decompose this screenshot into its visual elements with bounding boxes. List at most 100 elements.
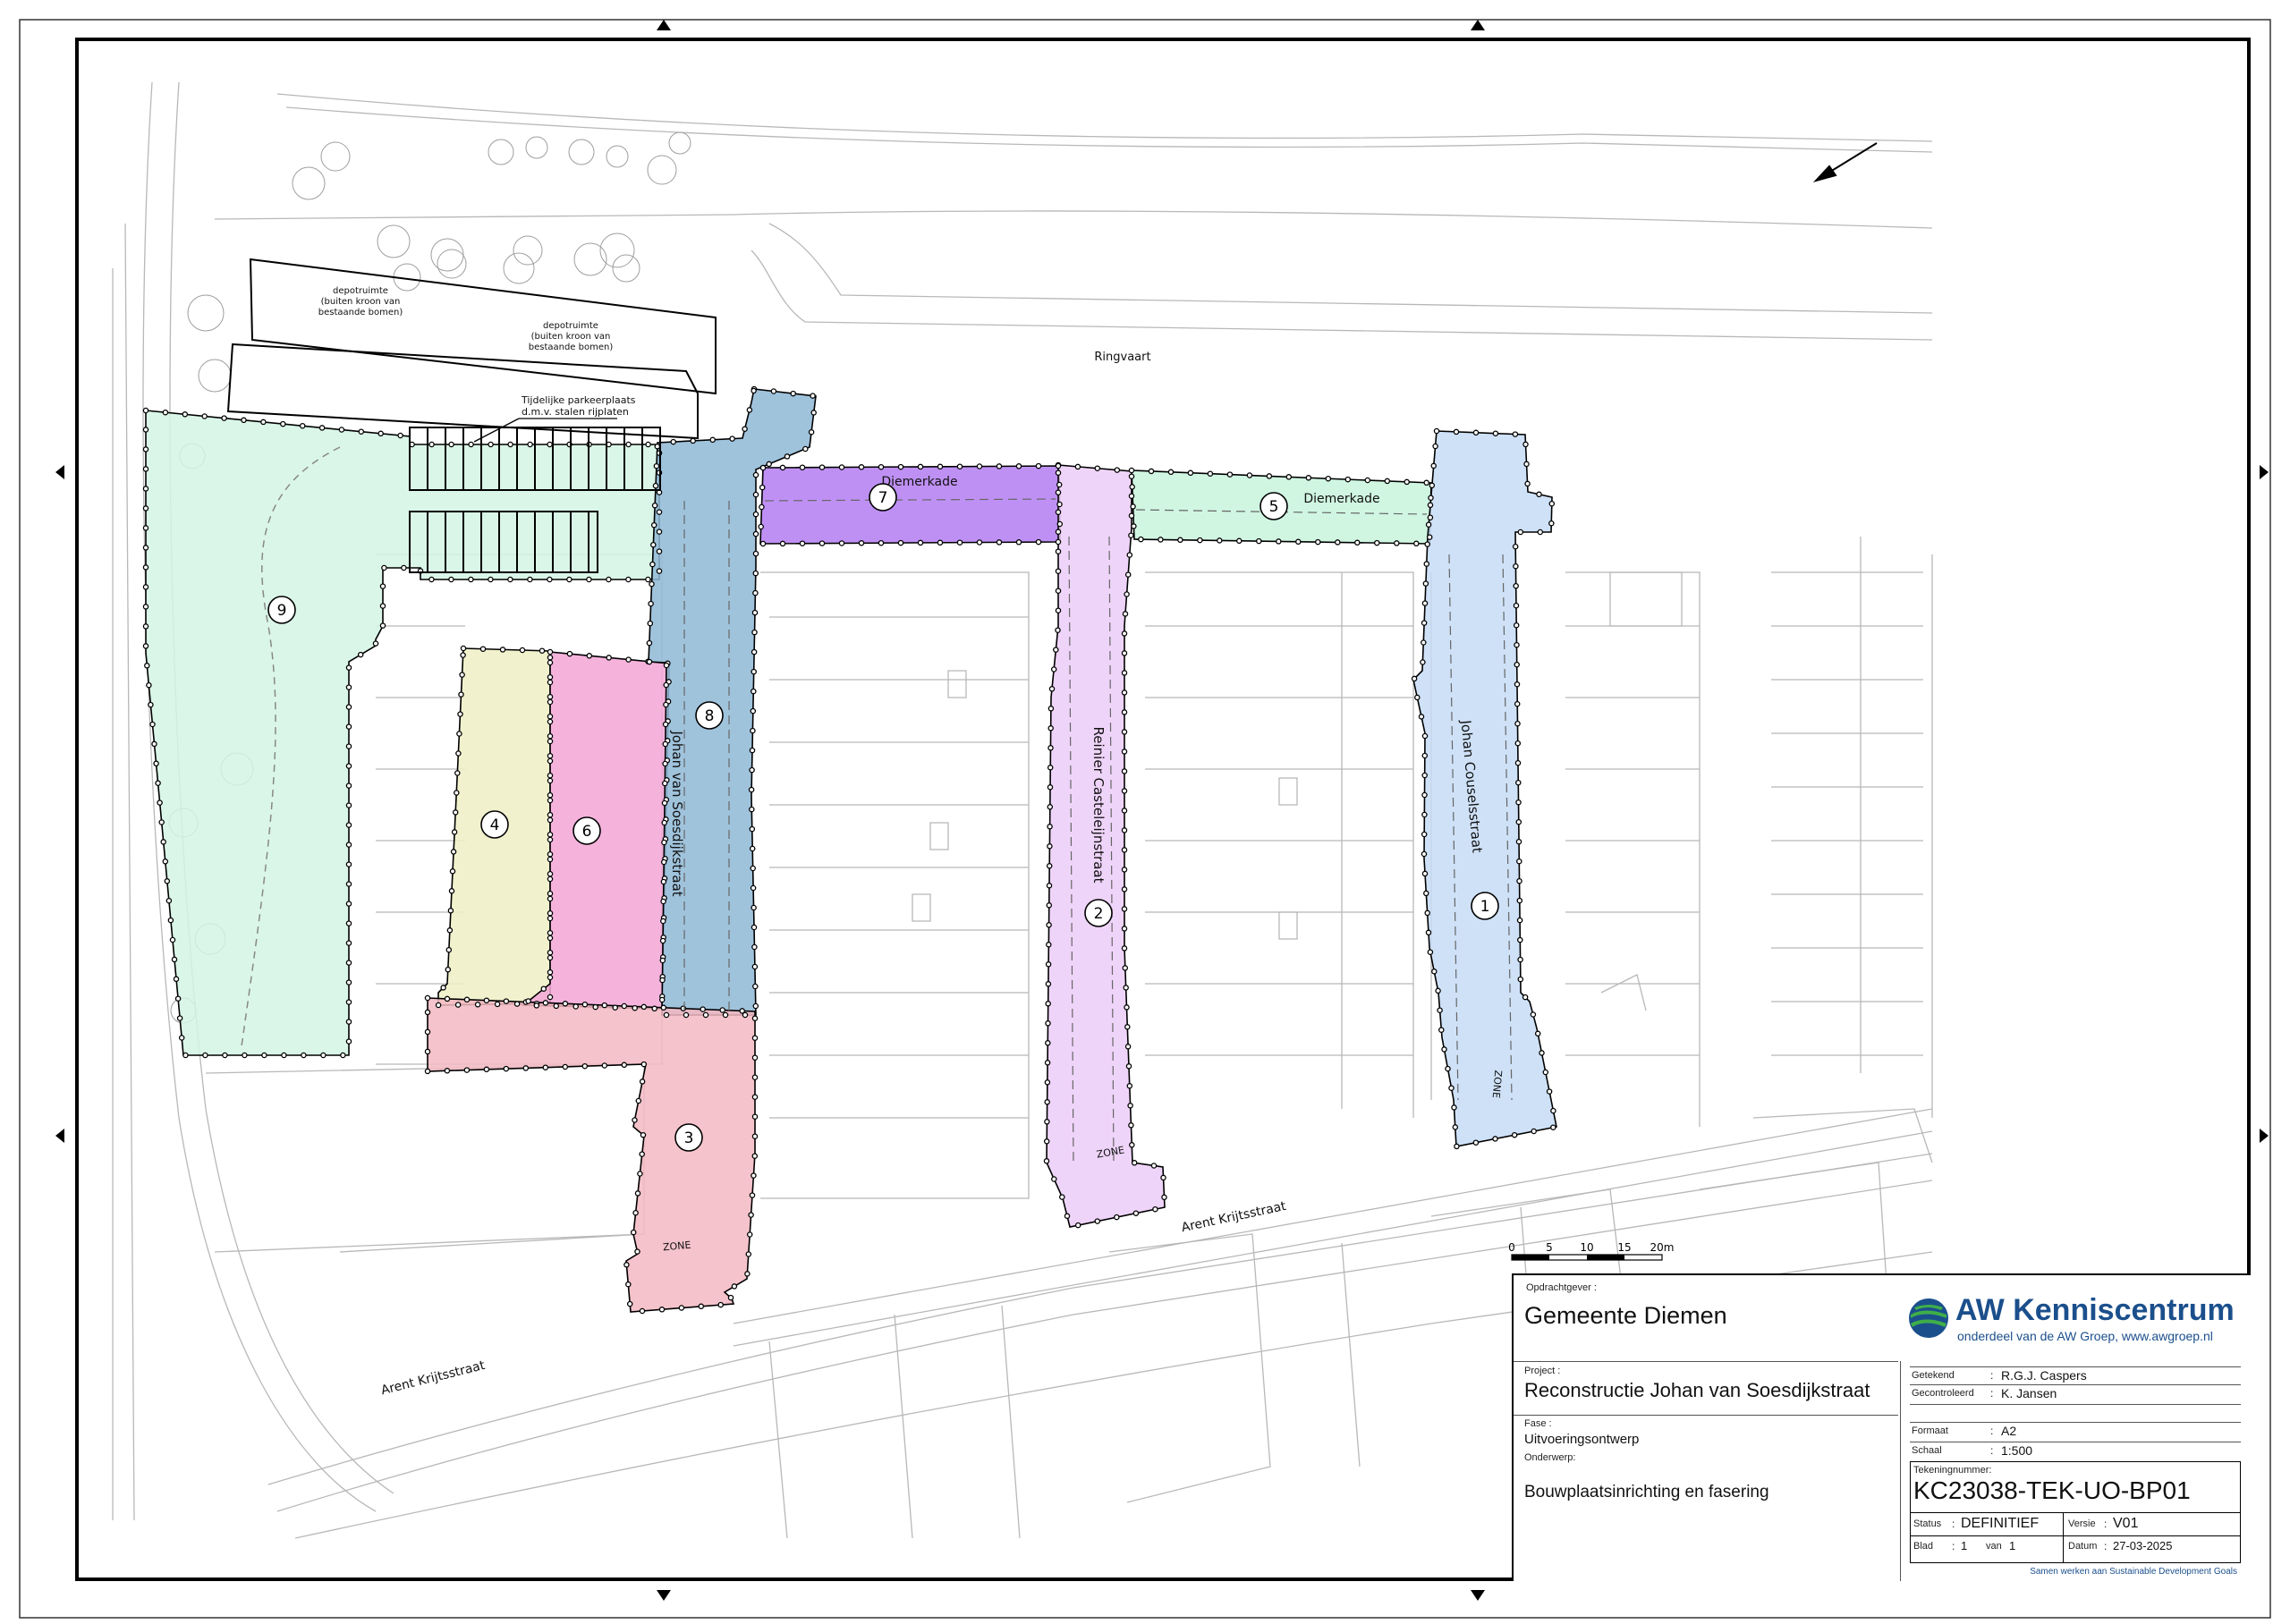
boundary-vertex	[1421, 732, 1429, 740]
boundary-vertex	[547, 777, 554, 784]
boundary-vertex	[345, 822, 352, 828]
boundary-vertex	[784, 453, 791, 460]
boundary-vertex	[1074, 1222, 1081, 1229]
boundary-vertex	[345, 960, 352, 966]
scale-bar-label: 20m	[1650, 1241, 1675, 1254]
client-name: Gemeente Diemen	[1524, 1302, 1727, 1329]
boundary-vertex	[1423, 561, 1430, 567]
boundary-vertex	[547, 856, 554, 863]
boundary-vertex	[1128, 473, 1135, 479]
boundary-vertex	[751, 629, 758, 636]
boundary-vertex	[547, 968, 554, 976]
boundary-vertex	[440, 985, 446, 991]
boundary-vertex	[601, 1002, 608, 1009]
boundary-vertex	[630, 1229, 637, 1236]
company-logo: AW Kenniscentrum onderdeel van de AW Gro…	[1907, 1293, 2247, 1350]
boundary-vertex	[435, 1002, 442, 1009]
boundary-vertex	[547, 949, 554, 956]
boundary-vertex	[1534, 1030, 1541, 1037]
boundary-vertex	[547, 890, 554, 897]
boundary-vertex	[241, 417, 247, 424]
boundary-vertex	[645, 441, 651, 448]
boundary-vertex	[722, 1011, 729, 1019]
boundary-vertex	[260, 419, 267, 426]
boundary-vertex	[1420, 659, 1426, 665]
boundary-vertex	[838, 464, 845, 470]
boundary-vertex	[1537, 529, 1544, 536]
boundary-vertex	[625, 656, 632, 663]
boundary-vertex	[818, 540, 826, 546]
boundary-vertex	[656, 529, 663, 535]
boundary-vertex	[662, 721, 669, 728]
boundary-vertex	[454, 790, 460, 796]
boundary-vertex	[650, 521, 657, 529]
boundary-vertex	[547, 648, 554, 656]
boundary-vertex	[1138, 536, 1144, 543]
boundary-vertex	[162, 859, 169, 865]
boundary-vertex	[1015, 463, 1022, 469]
boundary-vertex	[345, 743, 352, 749]
boundary-vertex	[937, 463, 944, 470]
boundary-vertex	[1433, 427, 1440, 435]
boundary-vertex	[748, 786, 755, 793]
boundary-vertex	[488, 576, 494, 583]
boundary-vertex	[1167, 469, 1175, 476]
boundary-vertex	[751, 1035, 759, 1041]
boundary-vertex	[445, 966, 452, 973]
boundary-vertex	[878, 539, 885, 546]
boundary-vertex	[142, 604, 149, 610]
boundary-vertex	[937, 539, 944, 546]
boundary-vertex	[424, 1068, 431, 1075]
phase-number: 3	[684, 1129, 694, 1147]
boundary-vertex	[1051, 1176, 1057, 1182]
phase-marker-7: 7	[869, 483, 897, 512]
boundary-vertex	[1094, 465, 1101, 471]
boundary-vertex	[1404, 478, 1410, 486]
boundary-vertex	[751, 924, 758, 931]
boundary-vertex	[547, 811, 554, 818]
boundary-vertex	[1056, 501, 1063, 508]
boundary-vertex	[1158, 537, 1164, 543]
boundary-vertex	[144, 663, 150, 669]
boundary-vertex	[1035, 462, 1042, 469]
boundary-vertex	[683, 1011, 690, 1019]
boundary-vertex	[448, 441, 454, 448]
boundary-vertex	[1325, 475, 1332, 482]
boundary-vertex	[625, 1281, 632, 1288]
boundary-vertex	[662, 760, 668, 767]
boundary-vertex	[424, 994, 431, 1002]
fase-value: Uitvoeringsontwerp	[1524, 1432, 1640, 1447]
boundary-vertex	[651, 502, 658, 509]
phase-number: 9	[277, 602, 287, 620]
phase-marker-2: 2	[1084, 899, 1113, 927]
boundary-vertex	[749, 1192, 756, 1198]
boundary-vertex	[345, 664, 352, 671]
boundary-vertex	[547, 870, 554, 877]
boundary-vertex	[1122, 965, 1129, 971]
boundary-vertex	[1432, 443, 1438, 450]
boundary-vertex	[148, 701, 154, 708]
boundary-vertex	[1427, 514, 1434, 520]
boundary-vertex	[751, 1153, 759, 1159]
boundary-vertex	[1045, 961, 1052, 968]
boundary-vertex	[709, 436, 716, 444]
boundary-vertex	[752, 570, 759, 577]
boundary-vertex	[377, 430, 384, 437]
boundary-vertex	[1517, 976, 1524, 983]
boundary-vertex	[379, 603, 386, 609]
boundary-vertex	[158, 819, 165, 825]
boundary-vertex	[626, 1300, 633, 1307]
boundary-vertex	[1523, 461, 1530, 468]
boundary-vertex	[542, 1064, 549, 1070]
phase-area-1	[1412, 430, 1557, 1147]
boundary-vertex	[1515, 779, 1522, 786]
boundary-vertex	[623, 1262, 630, 1268]
client-label: Opdrachtgever :	[1526, 1282, 1597, 1293]
boundary-vertex	[165, 897, 173, 904]
boundary-vertex	[802, 445, 809, 453]
boundary-vertex	[1542, 1069, 1549, 1076]
status-value: DEFINITIEF	[1961, 1516, 2040, 1531]
boundary-vertex	[742, 1011, 749, 1019]
boundary-vertex	[751, 648, 758, 656]
boundary-vertex	[592, 1003, 598, 1011]
